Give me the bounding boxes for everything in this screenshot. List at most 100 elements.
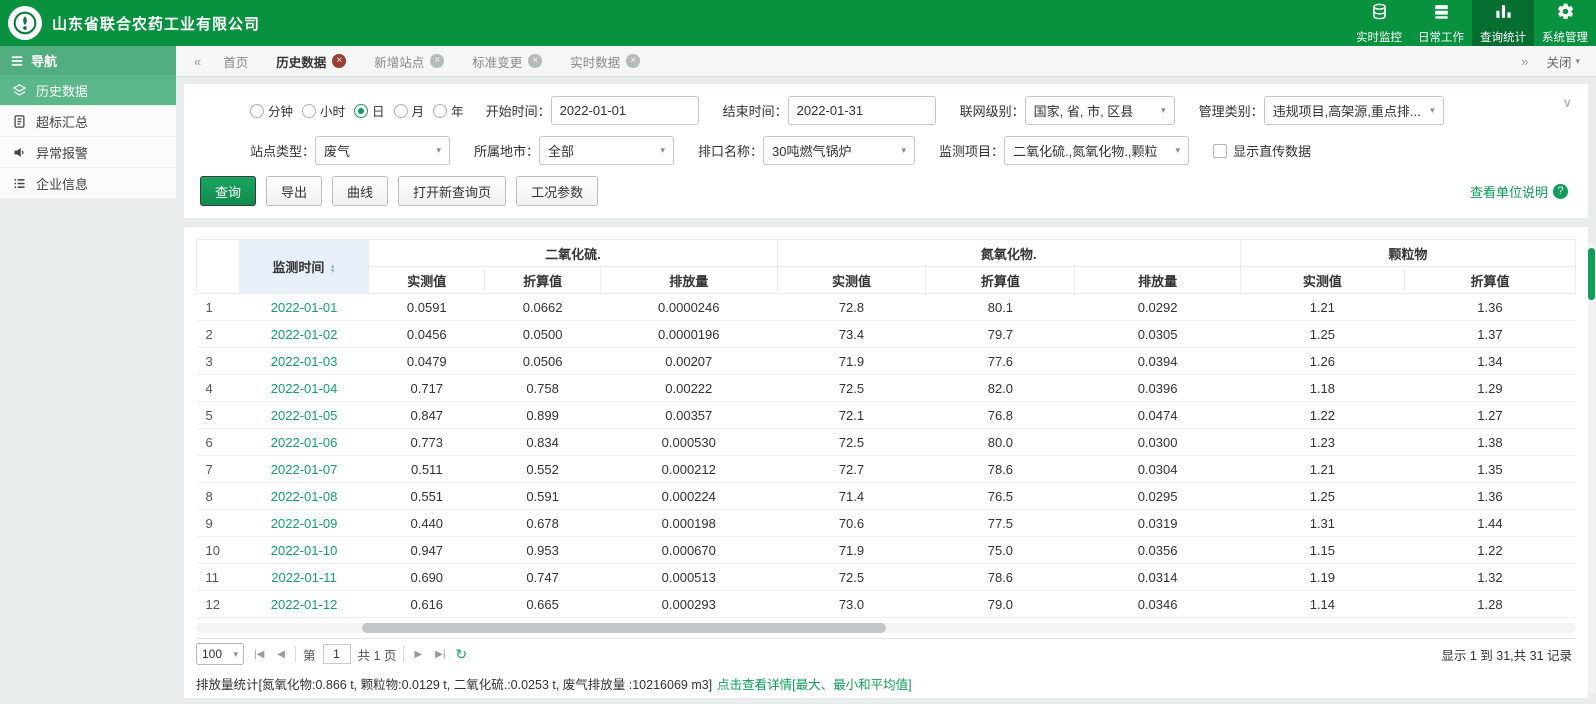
row-date[interactable]: 2022-01-04 [239,374,369,402]
page-number-input[interactable] [322,644,351,664]
condition-params-button[interactable]: 工况参数 [516,176,599,206]
row-date[interactable]: 2022-01-12 [239,590,369,618]
view-detail-link[interactable]: 点击查看详情[最大、最小和平均值] [717,674,911,693]
records-summary: 显示 1 到 31,共 31 记录 [1441,648,1572,663]
table-row[interactable]: 9 2022-01-09 0.440 0.678 0.000198 70.6 77.5 0.0… [196,509,1576,537]
row-date[interactable]: 2022-01-09 [239,509,369,537]
tab-close-icon[interactable]: × [332,54,347,68]
radio-label: 分钟 [268,105,294,119]
sidebar-item-exceed-summary[interactable]: 超标汇总 [0,106,176,137]
export-button[interactable]: 导出 [266,176,323,206]
table-row[interactable]: 8 2022-01-08 0.551 0.591 0.000224 71.4 76.5 0.0… [196,482,1576,510]
tab-close-icon[interactable]: × [430,54,445,68]
row-value: 72.8 [777,293,926,321]
city-label: 所属地市： [474,144,540,159]
table-row[interactable]: 2 2022-01-02 0.0456 0.0500 0.0000196 73.4 79.7… [196,320,1576,348]
table-row[interactable]: 5 2022-01-05 0.847 0.899 0.00357 72.1 76.8 0.04… [196,401,1576,429]
period-radio-group: 分钟 小时 日 月 年 [250,101,464,120]
row-value: 80.0 [925,428,1075,456]
row-date[interactable]: 2022-01-11 [239,563,369,591]
sidebar: 导航 历史数据 超标汇总 异常报警 企业信息 [0,46,176,704]
last-page-button[interactable]: ▶| [432,649,448,660]
table-row[interactable]: 4 2022-01-04 0.717 0.758 0.00222 72.5 82.0 0.03… [196,374,1576,402]
outlet-select[interactable]: 30吨燃气锅炉 ▾ [763,136,916,165]
row-date[interactable]: 2022-01-01 [239,293,369,321]
manage-type-select[interactable]: 违规项目,高架源,重点排... ▾ [1263,96,1444,125]
period-radio[interactable]: 分钟 [250,101,293,120]
sort-icon[interactable]: ▲ ▼ [329,263,335,275]
table-row[interactable]: 7 2022-01-07 0.511 0.552 0.000212 72.7 78.6 0.0… [196,455,1576,483]
network-level-select[interactable]: 国家, 省, 市, 区县 ▾ [1024,96,1175,125]
period-radio[interactable]: 小时 [302,101,345,120]
period-radio[interactable]: 月 [393,101,424,120]
time-column-header[interactable]: 监测时间 ▲ ▼ [238,239,370,294]
open-new-query-button[interactable]: 打开新查询页 [398,176,507,206]
table-row[interactable]: 10 2022-01-10 0.947 0.953 0.000670 71.9 75.0 0.… [196,536,1576,564]
tab-standard-change[interactable]: 标准变更 × [458,46,556,76]
row-date[interactable]: 2022-01-06 [239,428,369,456]
row-value: 75.0 [925,536,1075,564]
tab-history-data[interactable]: 历史数据 × [262,46,360,76]
tabs-scroll-right-icon[interactable]: » [1513,54,1536,69]
curve-button[interactable]: 曲线 [332,176,389,206]
show-direct-data-checkbox[interactable]: 显示直传数据 [1213,141,1311,160]
table-row[interactable]: 12 2022-01-12 0.616 0.665 0.000293 73.0 79.0 0.… [196,590,1576,618]
period-radio[interactable]: 年 [433,101,464,120]
row-value: 79.0 [925,590,1075,618]
collapse-filter-icon[interactable]: ∨ [1562,95,1572,111]
next-page-button[interactable]: ▶ [411,649,425,660]
table-row[interactable]: 3 2022-01-03 0.0479 0.0506 0.00207 71.9 77.6 0.… [196,347,1576,375]
table-row[interactable]: 11 2022-01-11 0.690 0.747 0.000513 72.5 78.6 0.… [196,563,1576,591]
table-row[interactable]: 6 2022-01-06 0.773 0.834 0.000530 72.5 80.0 0.0… [196,428,1576,456]
start-date-input[interactable] [550,96,699,125]
tabs-scroll-left-icon[interactable]: « [186,54,209,69]
horizontal-scrollbar[interactable] [196,623,1576,633]
tab-realtime-data[interactable]: 实时数据 × [556,46,654,76]
row-date[interactable]: 2022-01-07 [239,455,369,483]
end-date-input[interactable] [787,96,936,125]
subcol-header: 实测值 [368,266,486,294]
nav-daily-work[interactable]: 日常工作 [1410,0,1472,46]
row-date[interactable]: 2022-01-02 [239,320,369,348]
horizontal-scrollbar-thumb[interactable] [361,623,886,633]
vertical-scrollbar[interactable] [1588,242,1595,694]
row-value: 0.0591 [368,293,485,321]
tab-home[interactable]: 首页 [209,46,262,76]
page-size-select[interactable]: 100 ▾ [196,643,244,665]
row-value: 1.21 [1240,293,1405,321]
tab-new-site[interactable]: 新增站点 × [360,46,458,76]
nav-query-statistics[interactable]: 查询统计 [1472,0,1534,46]
first-page-button[interactable]: |◀ [251,649,267,660]
row-value: 0.0305 [1074,320,1241,348]
tab-close-icon[interactable]: × [626,54,641,68]
row-value: 0.690 [368,563,485,591]
row-value: 71.9 [777,536,926,564]
site-type-select[interactable]: 废气 ▾ [315,136,451,165]
sidebar-item-company-info[interactable]: 企业信息 [0,168,176,199]
row-date[interactable]: 2022-01-10 [239,536,369,564]
nav-system-management[interactable]: 系统管理 [1534,0,1596,46]
row-date[interactable]: 2022-01-05 [239,401,369,429]
row-value: 0.00222 [600,374,778,402]
nav-realtime-monitor[interactable]: 实时监控 [1348,0,1410,46]
table-row[interactable]: 1 2022-01-01 0.0591 0.0662 0.0000246 72.8 80.1… [196,293,1576,321]
period-radio[interactable]: 日 [354,101,385,120]
refresh-icon[interactable]: ↻ [455,646,467,663]
unit-description-link[interactable]: 查看单位说明 ? [1470,182,1568,201]
query-button[interactable]: 查询 [200,176,257,206]
logo-emblem-icon [11,9,39,37]
monitor-items-select[interactable]: 二氧化硫.,氮氧化物.,颗粒 ▾ [1004,136,1190,165]
sidebar-item-history-data[interactable]: 历史数据 [0,75,176,106]
city-select[interactable]: 全部 ▾ [539,136,675,165]
sidebar-item-abnormal-alarm[interactable]: 异常报警 [0,137,176,168]
row-date[interactable]: 2022-01-03 [239,347,369,375]
vertical-scrollbar-thumb[interactable] [1588,248,1595,300]
row-date[interactable]: 2022-01-08 [239,482,369,510]
tab-close-icon[interactable]: × [528,54,543,68]
checkbox-label: 显示直传数据 [1233,144,1312,159]
row-value: 0.000513 [600,563,778,591]
sidebar-item-label: 异常报警 [36,145,89,161]
prev-page-button[interactable]: ◀ [274,649,288,660]
close-tabs-menu[interactable]: 关闭 ▾ [1546,52,1586,71]
row-value: 1.34 [1404,347,1576,375]
